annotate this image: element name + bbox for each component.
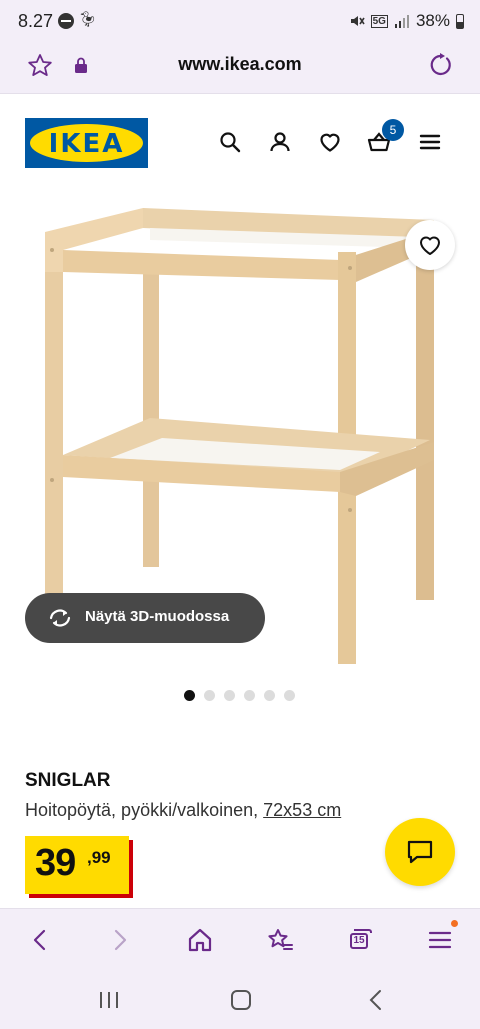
status-bar: 8.27 🦆︎ 5G 38% bbox=[0, 0, 480, 42]
heart-outline-icon bbox=[420, 236, 440, 255]
gallery-dot[interactable] bbox=[184, 690, 195, 701]
back-nav-icon[interactable] bbox=[368, 989, 384, 1011]
user-icon[interactable] bbox=[268, 130, 292, 154]
logo-wordmark: IKEA bbox=[48, 129, 125, 159]
tabs-icon[interactable]: 15 bbox=[346, 926, 374, 954]
gallery-dot[interactable] bbox=[204, 690, 215, 701]
recents-icon[interactable] bbox=[98, 991, 120, 1009]
tabs-count: 15 bbox=[350, 933, 368, 949]
status-right-group: 5G 38% bbox=[349, 11, 464, 31]
gallery-dot[interactable] bbox=[284, 690, 295, 701]
mute-icon bbox=[350, 16, 365, 26]
gallery-dot[interactable] bbox=[244, 690, 255, 701]
gallery-dot[interactable] bbox=[224, 690, 235, 701]
basket-count-badge: 5 bbox=[382, 119, 404, 141]
battery-percent: 38% bbox=[415, 11, 450, 30]
reload-icon[interactable] bbox=[426, 51, 454, 79]
signal-icon bbox=[394, 15, 409, 28]
android-nav-bar bbox=[0, 970, 480, 1029]
bookmarks-icon[interactable] bbox=[266, 926, 294, 954]
product-name: SNIGLAR bbox=[25, 770, 111, 791]
heart-icon[interactable] bbox=[318, 130, 342, 154]
search-icon[interactable] bbox=[218, 130, 242, 154]
view-3d-label: Näytä 3D-muodossa bbox=[85, 608, 230, 625]
hamburger-menu-icon[interactable] bbox=[418, 130, 442, 154]
page: 8.27 🦆︎ 5G 38% www.ikea.com IKEA 5 Näytä… bbox=[0, 0, 480, 1029]
browser-menu-icon[interactable] bbox=[426, 926, 454, 954]
5g-icon: 5G bbox=[370, 14, 388, 28]
site-header: IKEA 5 bbox=[0, 95, 480, 190]
forward-icon[interactable] bbox=[106, 926, 134, 954]
price-tag: 39 ,99 bbox=[25, 836, 129, 894]
url-field[interactable]: www.ikea.com bbox=[0, 54, 480, 75]
gallery-dot[interactable] bbox=[264, 690, 275, 701]
price-integer: 39 bbox=[35, 842, 76, 884]
browser-address-bar: www.ikea.com bbox=[0, 42, 480, 94]
home-icon[interactable] bbox=[186, 926, 214, 954]
view-3d-button[interactable]: Näytä 3D-muodossa bbox=[25, 593, 265, 643]
rotate-3d-icon bbox=[49, 609, 71, 627]
ikea-logo[interactable]: IKEA bbox=[25, 118, 148, 168]
status-time: 8.27 bbox=[18, 11, 54, 31]
product-description: Hoitopöytä, pyökki/valkoinen, 72x53 cm bbox=[25, 800, 341, 821]
product-type-text: Hoitopöytä, pyökki/valkoinen, bbox=[25, 800, 259, 820]
tabs-stack-line bbox=[354, 929, 372, 933]
battery-icon bbox=[456, 13, 464, 29]
product-size-link[interactable]: 72x53 cm bbox=[263, 800, 341, 820]
home-nav-icon[interactable] bbox=[231, 990, 251, 1010]
gallery-pagination bbox=[184, 690, 295, 701]
back-icon[interactable] bbox=[26, 926, 54, 954]
chat-bubble-icon bbox=[407, 840, 433, 864]
add-to-favorites-button[interactable] bbox=[405, 220, 455, 270]
do-not-disturb-icon bbox=[58, 13, 74, 29]
notification-dot bbox=[451, 920, 458, 927]
browser-toolbar: 15 bbox=[0, 908, 480, 970]
duck-icon: 🦆︎ bbox=[78, 11, 98, 28]
price-decimal: ,99 bbox=[87, 848, 111, 867]
chat-button[interactable] bbox=[385, 818, 455, 886]
